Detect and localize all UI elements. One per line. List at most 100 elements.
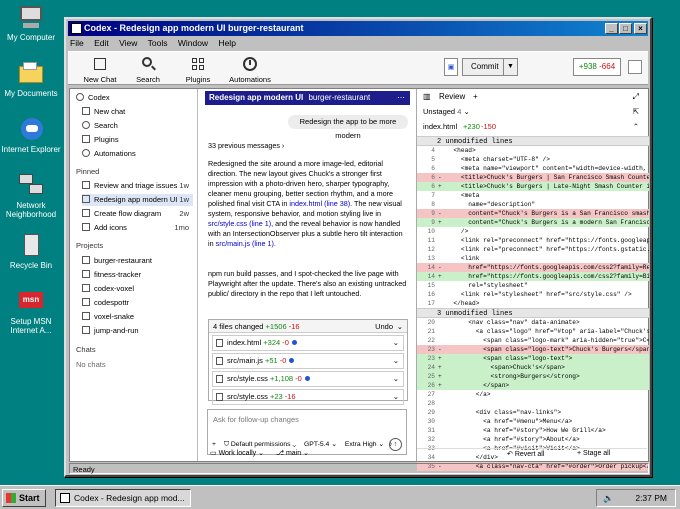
line-number: 9 (431, 219, 435, 226)
folder-icon (82, 256, 90, 264)
desktop-icon-internet-explorer[interactable]: Internet Explorer (0, 116, 62, 154)
code-text: <meta charset="UTF-8" /> (446, 156, 550, 163)
stage-all-button[interactable]: + Stage all (577, 450, 610, 457)
link-index-html[interactable]: index.html (line 38). (289, 199, 352, 208)
codex-window: Codex - Redesign app modern UI burger-re… (64, 17, 652, 477)
folder-icon (82, 298, 90, 306)
hunk-header[interactable]: 3 unmodified lines (417, 308, 649, 318)
menu-tools[interactable]: Tools (148, 38, 168, 48)
folder-icon (82, 270, 90, 278)
work-locally-button[interactable]: ▭ Work locally ⌄ (210, 450, 264, 457)
file-row-style-css-2[interactable]: src/style.css +23 -16 ⌄ (212, 389, 404, 405)
chevron-down-icon[interactable]: ▼ (503, 59, 517, 75)
search-button[interactable]: Search (124, 54, 172, 84)
permissions-dropdown[interactable]: ⛉ Default permissions ⌄ (224, 441, 296, 448)
desktop-icon-my-documents[interactable]: My Documents (0, 60, 62, 98)
add-icon[interactable]: + (212, 441, 216, 448)
line-number: 30 (427, 418, 435, 425)
commit-button[interactable]: Commit ▼ (462, 58, 518, 76)
sidebar-plugins[interactable]: Plugins (82, 134, 193, 146)
file-icon (216, 357, 223, 365)
desktop-icon-network[interactable]: Network Neighborhood (0, 172, 62, 219)
line-number: 28 (427, 400, 435, 407)
window-title: Codex - Redesign app modern UI burger-re… (84, 23, 304, 33)
speaker-icon[interactable]: 🔈 (603, 490, 614, 506)
menu-file[interactable]: File (70, 38, 84, 48)
menu-view[interactable]: View (119, 38, 137, 48)
hunk-header[interactable]: 2 unmodified lines (417, 136, 649, 146)
desktop-icon-my-computer[interactable]: My Computer (0, 4, 62, 42)
new-chat-label: New Chat (83, 75, 117, 84)
line-number: 10 (427, 228, 435, 235)
chevron-down-icon[interactable]: ⌄ (393, 336, 399, 350)
code-text: <link rel="preconnect" href="https://fon… (460, 246, 649, 253)
undo-button[interactable]: Undo (375, 320, 393, 333)
panel-toggle-button[interactable] (628, 60, 642, 74)
menu-window[interactable]: Window (178, 38, 208, 48)
line-number: 8 (431, 201, 435, 208)
chevron-down-icon[interactable]: ⌄ (397, 320, 403, 333)
menu-edit[interactable]: Edit (94, 38, 109, 48)
new-chat-button[interactable]: New Chat (76, 54, 124, 84)
code-text: <a href="#story">How We Grill</a> (446, 427, 606, 434)
expand-icon[interactable]: ⤢ (633, 92, 639, 102)
diff-view: 2 unmodified lines 4 <head> 5 <meta chars… (417, 136, 649, 471)
chevron-down-icon[interactable]: ⌄ (393, 354, 399, 368)
file-row-main-js[interactable]: src/main.js +51 -0 ⌄ (212, 353, 404, 369)
code-text: <nav class="nav" data-animate> (446, 319, 580, 326)
sidebar-item-redesign-app[interactable]: Redesign app modern UI 1w (82, 194, 193, 206)
chevron-down-icon[interactable]: ⌄ (393, 372, 399, 386)
link-style-css[interactable]: src/style.css (line 1), (208, 219, 273, 228)
menu-help[interactable]: Help (218, 38, 235, 48)
project-voxel-snake[interactable]: voxel-snake (82, 311, 193, 323)
sidebar-toggle-icon[interactable]: ▥ (423, 92, 431, 101)
link-main-js[interactable]: src/main.js (line 1). (216, 239, 276, 248)
sidebar-new-chat[interactable]: New chat (82, 106, 193, 118)
taskbar-item-codex[interactable]: Codex - Redesign app mod... (55, 489, 191, 507)
previous-messages[interactable]: 33 previous messages › (208, 141, 408, 151)
close-button[interactable]: × (634, 23, 647, 34)
follow-up-input[interactable]: Ask for follow-up changes (213, 415, 401, 427)
desktop-icon-msn[interactable]: msn Setup MSN Internet A... (0, 288, 62, 335)
project-fitness-tracker[interactable]: fitness-tracker (82, 269, 193, 281)
line-number: 6 (431, 165, 435, 172)
shield-icon: ⛉ (223, 441, 229, 448)
sidebar-search[interactable]: Search (82, 120, 193, 132)
more-icon[interactable]: ⋯ (397, 91, 405, 105)
branch-button[interactable]: ⎇ main ⌄ (276, 450, 309, 457)
diff-line-removed: 9- content="Chuck's Burgers is a San Fra… (417, 209, 649, 218)
code-text: name="description" (446, 201, 536, 208)
sidebar-item-add-icons[interactable]: Add icons 1mo (82, 222, 193, 234)
automations-button[interactable]: Automations (222, 54, 278, 84)
project-codex-voxel[interactable]: codex-voxel (82, 283, 193, 295)
chevron-up-icon[interactable]: ⌃ (633, 122, 639, 131)
model-dropdown[interactable]: GPT-5.4 ⌄ (304, 441, 337, 448)
sidebar-item-flow-diagram[interactable]: Create flow diagram 2w (82, 208, 193, 220)
add-tab-icon[interactable]: + (473, 92, 478, 101)
pin-icon (82, 195, 90, 203)
revert-all-button[interactable]: ↶ Revert all (507, 450, 544, 458)
file-row-index-html[interactable]: index.html +324 -0 ⌄ (212, 335, 404, 351)
project-burger-restaurant[interactable]: burger-restaurant (82, 255, 193, 267)
file-row-style-css[interactable]: src/style.css +1,108 -0 ⌄ (212, 371, 404, 387)
desktop-icon-recycle-bin[interactable]: Recycle Bin (0, 232, 62, 270)
open-in-button[interactable]: ▣ (444, 58, 458, 76)
maximize-button[interactable]: □ (619, 23, 632, 34)
diff-sign: + (438, 364, 442, 371)
review-file-header[interactable]: index.html +230 -150 ⌃ (417, 122, 647, 134)
effort-dropdown[interactable]: Extra High ⌄ (345, 441, 384, 448)
code-text: <link (446, 255, 480, 262)
project-codespottr[interactable]: codespottr (82, 297, 193, 309)
sidebar-item-review-triage[interactable]: Review and triage issues 1w (82, 180, 193, 192)
start-button[interactable]: Start (2, 489, 46, 507)
minimize-button[interactable]: _ (605, 23, 618, 34)
chevron-down-icon[interactable]: ⌄ (393, 390, 399, 404)
collapse-icon[interactable]: ⇱ (633, 107, 639, 116)
unstaged-dropdown[interactable]: Unstaged 4 ⌄ (423, 107, 470, 116)
project-jump-and-run[interactable]: jump-and-run (82, 325, 193, 337)
diff-sign: - (438, 346, 442, 353)
diff-sign: + (438, 183, 442, 190)
window-titlebar[interactable]: Codex - Redesign app modern UI burger-re… (68, 21, 648, 36)
sidebar-automations[interactable]: Automations (82, 148, 193, 160)
plugins-button[interactable]: Plugins (174, 54, 222, 84)
